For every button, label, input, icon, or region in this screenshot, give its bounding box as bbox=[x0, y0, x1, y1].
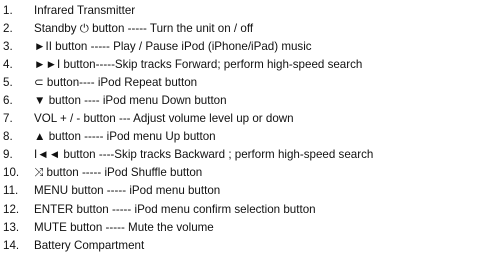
item-number: 9. bbox=[3, 148, 13, 162]
item-text: ⊂ button---- iPod Repeat button bbox=[34, 76, 198, 90]
item-number: 2. bbox=[3, 22, 13, 36]
list-item: 11. MENU button ----- iPod menu button bbox=[3, 182, 489, 200]
list-item: 2. Standby ⏻ button ----- Turn the unit … bbox=[3, 20, 489, 38]
item-text: MUTE button ----- Mute the volume bbox=[34, 220, 214, 234]
item-number: 13. bbox=[3, 220, 20, 234]
item-number: 4. bbox=[3, 58, 13, 72]
item-text: ▼ button ---- iPod menu Down button bbox=[34, 94, 227, 108]
item-number: 8. bbox=[3, 130, 13, 144]
item-text: VOL + / - button --- Adjust volume level… bbox=[34, 112, 294, 126]
list-item: 5. ⊂ button---- iPod Repeat button bbox=[3, 74, 489, 92]
list-item: 7. VOL + / - button --- Adjust volume le… bbox=[3, 110, 489, 128]
list-item: 10. ⤨ button ----- iPod Shuffle button bbox=[3, 164, 489, 182]
list-item: 1. Infrared Transmitter bbox=[3, 2, 489, 20]
item-text: Battery Compartment bbox=[34, 238, 145, 252]
item-text: I◄◄ button ----Skip tracks Backward ; pe… bbox=[34, 148, 374, 162]
list-item: 9. I◄◄ button ----Skip tracks Backward ;… bbox=[3, 146, 489, 164]
item-text: Standby ⏻ button ----- Turn the unit on … bbox=[34, 22, 254, 36]
list-item: 13. MUTE button ----- Mute the volume bbox=[3, 219, 489, 237]
list-item: 12. ENTER button ----- iPod menu confirm… bbox=[3, 201, 489, 219]
item-number: 14. bbox=[3, 238, 20, 252]
item-text: MENU button ----- iPod menu button bbox=[34, 184, 221, 198]
item-number: 12. bbox=[3, 202, 20, 216]
item-number: 11. bbox=[3, 184, 19, 198]
item-number: 5. bbox=[3, 76, 13, 90]
button-description-list: 1. Infrared Transmitter 2. Standby ⏻ but… bbox=[3, 2, 489, 255]
item-number: 3. bbox=[3, 40, 13, 54]
list-item: 8. ▲ button ----- iPod menu Up button bbox=[3, 128, 489, 146]
item-text: ►II button ----- Play / Pause iPod (iPho… bbox=[34, 40, 312, 54]
item-text: ▲ button ----- iPod menu Up button bbox=[34, 130, 216, 144]
list-item: 4. ►►I button-----Skip tracks Forward; p… bbox=[3, 56, 489, 74]
item-number: 7. bbox=[3, 112, 13, 126]
item-number: 10. bbox=[3, 166, 20, 180]
list-item: 6. ▼ button ---- iPod menu Down button bbox=[3, 92, 489, 110]
list-item: 14. Battery Compartment bbox=[3, 237, 489, 255]
item-text: ►►I button-----Skip tracks Forward; perf… bbox=[34, 58, 363, 72]
item-number: 1. bbox=[3, 4, 13, 17]
item-text: Infrared Transmitter bbox=[34, 4, 136, 17]
list-item: 3. ►II button ----- Play / Pause iPod (i… bbox=[3, 38, 489, 56]
item-text: ENTER button ----- iPod menu confirm sel… bbox=[34, 202, 316, 216]
item-number: 6. bbox=[3, 94, 13, 108]
item-text: ⤨ button ----- iPod Shuffle button bbox=[34, 166, 203, 180]
